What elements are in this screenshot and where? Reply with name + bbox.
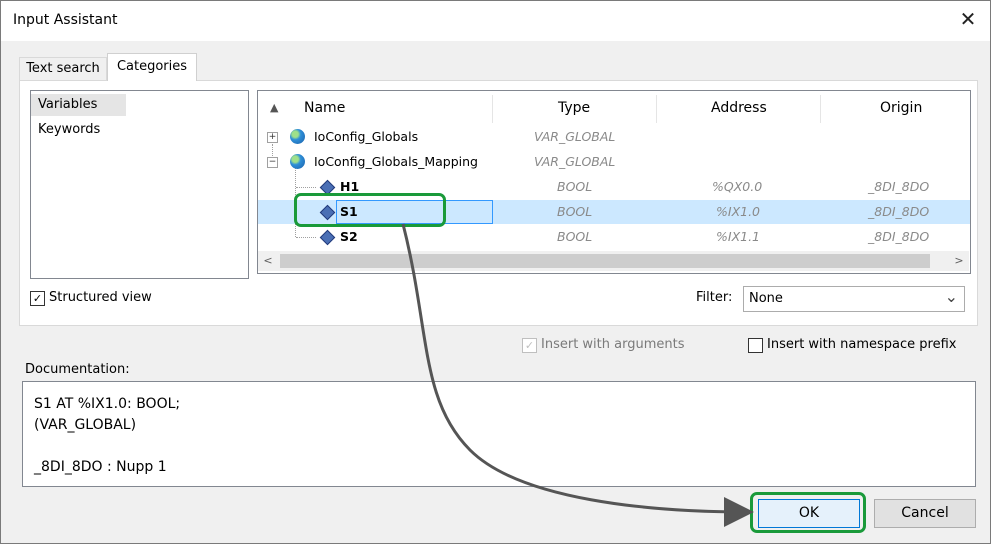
annotation-arrow <box>401 223 754 527</box>
tab-categories[interactable]: Categories <box>107 53 197 81</box>
